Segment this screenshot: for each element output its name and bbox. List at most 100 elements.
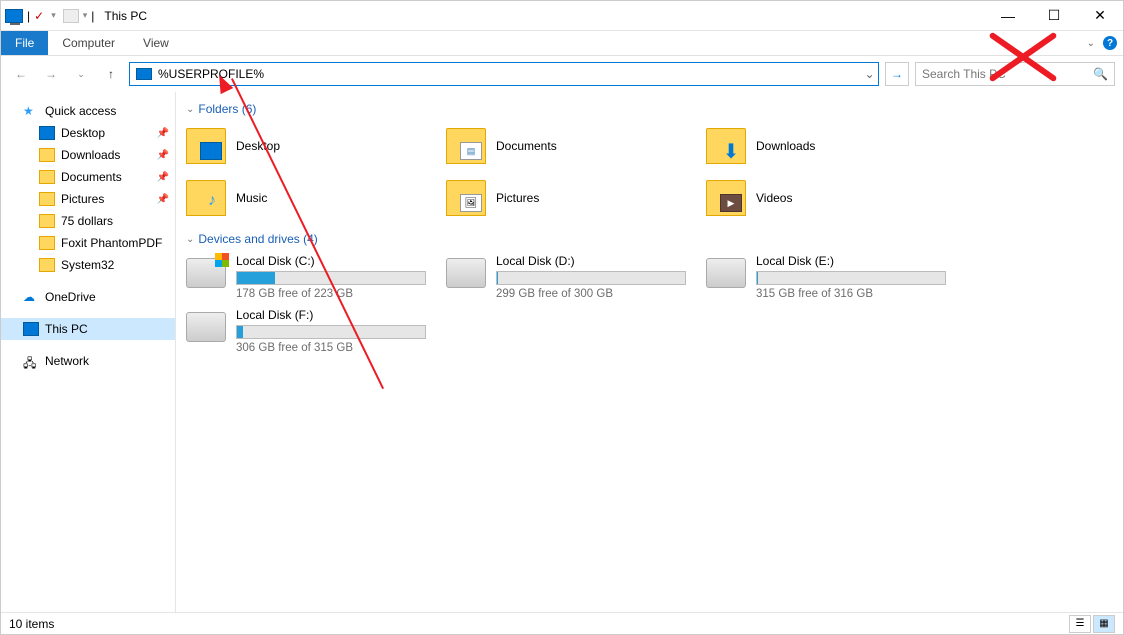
folder-tile[interactable]: Desktop — [186, 124, 446, 168]
details-view-button[interactable]: ☰ — [1069, 615, 1091, 633]
drive-icon — [446, 258, 486, 288]
folder-tile[interactable]: 🖼 Pictures — [446, 176, 706, 220]
sidebar-item-label: System32 — [61, 258, 114, 272]
sidebar-label: Quick access — [45, 104, 116, 118]
sidebar-item[interactable]: Desktop 📌 — [1, 122, 175, 144]
folder-label: Videos — [756, 191, 792, 205]
sidebar-onedrive[interactable]: ☁ OneDrive — [1, 286, 175, 308]
search-box[interactable]: 🔍 — [915, 62, 1115, 86]
drive-tile[interactable]: Local Disk (D:) 299 GB free of 300 GB — [446, 254, 706, 300]
drive-tile[interactable]: Local Disk (E:) 315 GB free of 316 GB — [706, 254, 966, 300]
search-icon[interactable]: 🔍 — [1093, 67, 1108, 81]
help-icon[interactable]: ? — [1103, 36, 1117, 50]
sidebar-label: Network — [45, 354, 89, 368]
drive-capacity-bar — [496, 271, 686, 285]
drive-tile[interactable]: Local Disk (F:) 306 GB free of 315 GB — [186, 308, 446, 354]
sidebar-network[interactable]: 🖧 Network — [1, 350, 175, 372]
network-icon: 🖧 — [23, 354, 39, 368]
tiles-view-button[interactable]: ▦ — [1093, 615, 1115, 633]
folder-icon: ▤ — [446, 128, 486, 164]
folder-icon: ▶ — [706, 180, 746, 216]
address-dropdown-icon[interactable]: ⌄ — [860, 67, 878, 81]
file-tab[interactable]: File — [1, 31, 48, 55]
sidebar-item[interactable]: Foxit PhantomPDF — [1, 232, 175, 254]
sidebar-item-label: 75 dollars — [61, 214, 113, 228]
sidebar-this-pc[interactable]: This PC — [1, 318, 175, 340]
forward-button[interactable]: → — [39, 62, 63, 86]
drive-free-text: 178 GB free of 223 GB — [236, 288, 446, 300]
drive-tile[interactable]: Local Disk (C:) 178 GB free of 223 GB — [186, 254, 446, 300]
this-pc-icon — [5, 9, 23, 23]
folder-icon — [186, 128, 226, 164]
folder-icon — [39, 192, 55, 206]
group-label: Folders (6) — [198, 102, 256, 116]
search-input[interactable] — [922, 67, 1093, 81]
content-pane: ⌄ Folders (6) Desktop ▤ Documents⬇ Downlo… — [176, 92, 1123, 612]
address-bar[interactable]: ⌄ — [129, 62, 879, 86]
folder-label: Pictures — [496, 191, 539, 205]
qat-dropdown2-icon[interactable]: ▾ — [83, 10, 88, 21]
drive-capacity-bar — [236, 325, 426, 339]
pin-icon: 📌 — [157, 172, 169, 183]
status-bar: 10 items ☰ ▦ — [1, 612, 1123, 634]
drive-icon — [706, 258, 746, 288]
sidebar-item[interactable]: System32 — [1, 254, 175, 276]
sidebar-item-label: Foxit PhantomPDF — [61, 236, 162, 250]
title-bar: | ✓ ▾ ▾ | This PC — ☐ ✕ — [1, 1, 1123, 31]
up-button[interactable]: ↑ — [99, 62, 123, 86]
drive-free-text: 306 GB free of 315 GB — [236, 342, 446, 354]
qat-separator2: | — [91, 9, 94, 23]
navigation-bar: ← → ⌄ ↑ ⌄ → 🔍 — [1, 56, 1123, 92]
recent-dropdown-icon[interactable]: ⌄ — [69, 62, 93, 86]
cloud-icon: ☁ — [23, 290, 39, 304]
sidebar-item-label: Documents — [61, 170, 122, 184]
drive-capacity-bar — [756, 271, 946, 285]
address-input[interactable] — [158, 63, 860, 85]
sidebar-item-label: Desktop — [61, 126, 105, 140]
folder-tile[interactable]: ⬇ Downloads — [706, 124, 966, 168]
drive-label: Local Disk (F:) — [236, 308, 446, 322]
tab-view[interactable]: View — [129, 31, 183, 55]
sidebar-label: OneDrive — [45, 290, 96, 304]
qat-new-folder-icon[interactable] — [63, 9, 79, 23]
folder-label: Desktop — [236, 139, 280, 153]
folder-icon — [39, 214, 55, 228]
minimize-button[interactable]: — — [985, 1, 1031, 31]
ribbon-tabs: File Computer View ⌄ ? — [1, 31, 1123, 56]
group-label: Devices and drives (4) — [198, 232, 317, 246]
qat-checkmark-icon[interactable]: ✓ — [34, 9, 44, 23]
drive-icon — [186, 258, 226, 288]
sidebar-label: This PC — [45, 322, 88, 336]
folder-icon — [39, 170, 55, 184]
qat-dropdown-icon[interactable]: ▾ — [48, 10, 59, 21]
back-button[interactable]: ← — [9, 62, 33, 86]
window-title: This PC — [98, 9, 147, 23]
qat-separator: | — [27, 9, 30, 23]
pin-icon: 📌 — [157, 194, 169, 205]
folder-icon — [186, 180, 226, 216]
item-count: 10 items — [9, 617, 54, 631]
desktop-icon — [39, 126, 55, 140]
drive-label: Local Disk (C:) — [236, 254, 446, 268]
go-button[interactable]: → — [885, 62, 909, 86]
close-button[interactable]: ✕ — [1077, 1, 1123, 31]
folder-icon: 🖼 — [446, 180, 486, 216]
maximize-button[interactable]: ☐ — [1031, 1, 1077, 31]
folder-label: Downloads — [756, 139, 815, 153]
sidebar-quick-access[interactable]: ★ Quick access — [1, 100, 175, 122]
folders-group-header[interactable]: ⌄ Folders (6) — [186, 102, 1113, 116]
sidebar-item[interactable]: 75 dollars — [1, 210, 175, 232]
drive-icon — [186, 312, 226, 342]
chevron-down-icon: ⌄ — [186, 104, 194, 115]
sidebar-item[interactable]: Pictures 📌 — [1, 188, 175, 210]
ribbon-expand-icon[interactable]: ⌄ — [1087, 38, 1095, 49]
folder-tile[interactable]: ▤ Documents — [446, 124, 706, 168]
drives-group-header[interactable]: ⌄ Devices and drives (4) — [186, 232, 1113, 246]
tab-computer[interactable]: Computer — [48, 31, 129, 55]
drive-label: Local Disk (E:) — [756, 254, 966, 268]
sidebar-item[interactable]: Downloads 📌 — [1, 144, 175, 166]
folder-tile[interactable]: ▶ Videos — [706, 176, 966, 220]
folder-tile[interactable]: Music — [186, 176, 446, 220]
drive-free-text: 299 GB free of 300 GB — [496, 288, 706, 300]
sidebar-item[interactable]: Documents 📌 — [1, 166, 175, 188]
